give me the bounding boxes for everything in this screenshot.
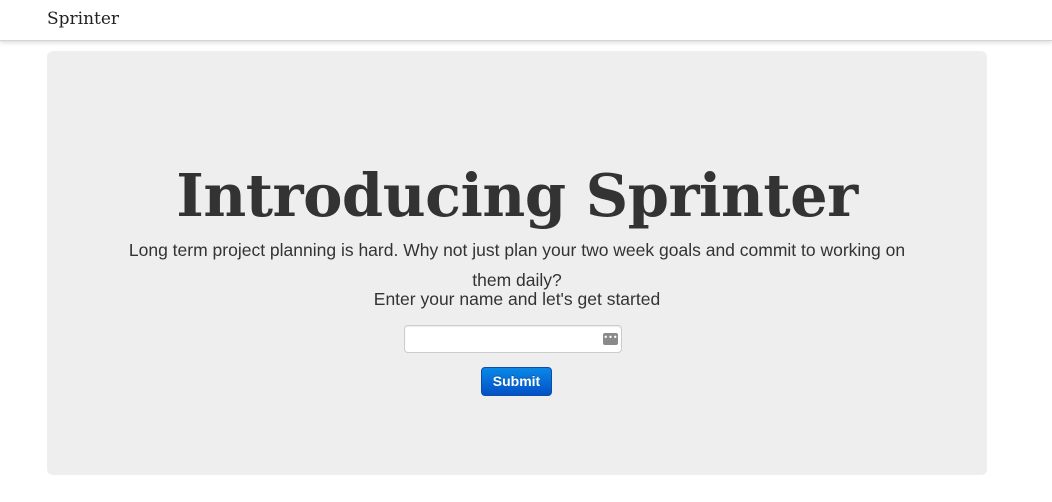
hero-title: Introducing Sprinter bbox=[176, 161, 858, 230]
submit-button[interactable]: Submit bbox=[481, 367, 552, 396]
name-prompt: Enter your name and let's get started bbox=[373, 289, 661, 309]
hero-description: Long term project planning is hard. Why … bbox=[128, 240, 906, 290]
password-manager-icon[interactable]: ••• bbox=[603, 333, 618, 345]
brand-link[interactable]: Sprinter bbox=[47, 8, 119, 30]
top-navbar: Sprinter bbox=[0, 0, 1052, 41]
name-input[interactable] bbox=[404, 325, 622, 353]
hero-unit: Introducing Sprinter Long term project p… bbox=[47, 51, 987, 475]
